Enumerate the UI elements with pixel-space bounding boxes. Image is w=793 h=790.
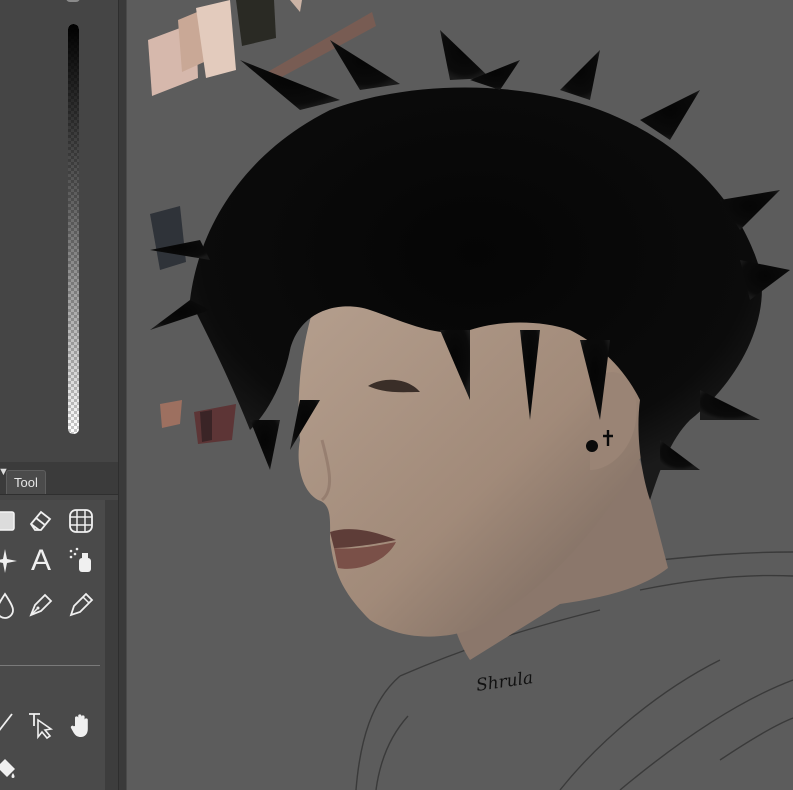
blend-tool-button[interactable] [0, 588, 22, 622]
text-tool-icon: A [30, 544, 51, 577]
slider-knob[interactable] [66, 0, 80, 2]
drawing-canvas[interactable]: Shrula [127, 0, 793, 790]
rectangle-icon [0, 511, 15, 531]
airbrush-tool-button[interactable] [64, 544, 98, 578]
object-select-icon [29, 713, 54, 740]
eraser-icon [29, 510, 52, 531]
tool-separator [0, 665, 100, 666]
fill-tool-button[interactable] [0, 752, 22, 786]
hand-icon [70, 714, 88, 737]
opacity-gradient [68, 24, 79, 434]
line-tool-button[interactable] [0, 706, 22, 740]
eraser-tool-button[interactable] [24, 504, 58, 538]
rectangle-tool-button[interactable] [0, 504, 22, 538]
grid-icon [69, 509, 93, 533]
tool-tab-bar: ▼ Tool [0, 462, 118, 495]
tool-panel-scrollbar[interactable] [105, 500, 118, 790]
hand-tool-button[interactable] [64, 708, 98, 742]
text-tool-button[interactable]: A [24, 544, 58, 578]
grid-tool-button[interactable] [64, 504, 98, 538]
object-select-tool-button[interactable] [24, 708, 58, 742]
pen-tool-button[interactable] [24, 588, 58, 622]
pencil-icon [69, 592, 94, 617]
pen-icon [29, 593, 53, 617]
airbrush-icon [69, 547, 91, 572]
blend-drop-icon [0, 592, 14, 619]
portrait-artwork [148, 0, 793, 790]
tool-grid: A [0, 500, 105, 790]
sparkle-tool-button[interactable] [0, 544, 22, 578]
sparkle-icon [0, 549, 17, 573]
pencil-tool-button[interactable] [64, 588, 98, 622]
fill-bucket-icon [0, 759, 15, 778]
earring [586, 440, 598, 452]
panel-divider[interactable] [118, 0, 127, 790]
tab-tool[interactable]: Tool [6, 470, 46, 494]
line-icon [0, 713, 13, 731]
left-panel: ▼ Tool A [0, 0, 118, 790]
opacity-slider[interactable] [68, 24, 79, 434]
